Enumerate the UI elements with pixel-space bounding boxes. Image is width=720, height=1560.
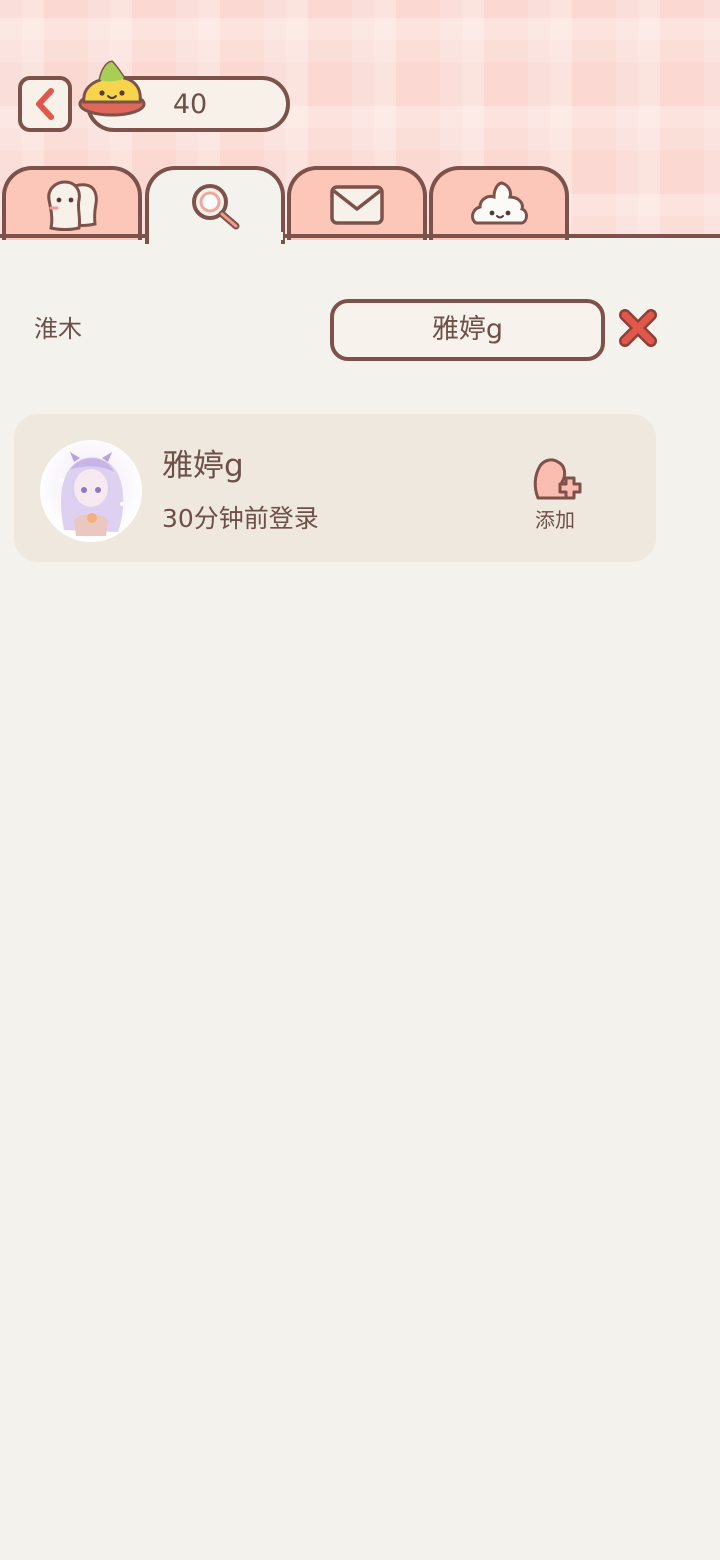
- friends-icon: [47, 180, 98, 231]
- tab-friends[interactable]: [2, 166, 142, 240]
- back-button[interactable]: [18, 76, 72, 132]
- result-user-name: 雅婷g: [162, 448, 244, 484]
- avatar[interactable]: [40, 440, 142, 542]
- tab-mail[interactable]: [287, 166, 427, 240]
- tab-bar-divider: [0, 234, 720, 238]
- active-tab-gap: [149, 232, 283, 240]
- current-user-name: 淮木: [34, 315, 82, 343]
- avatar-image: [40, 440, 142, 542]
- result-login-status: 30分钟前登录: [162, 504, 319, 533]
- tab-mascot[interactable]: [429, 166, 569, 240]
- add-friend-icon: [533, 458, 582, 500]
- search-icon: [192, 184, 240, 230]
- chevron-left-icon: [36, 88, 54, 120]
- add-friend-button[interactable]: 添加: [520, 452, 590, 536]
- search-input[interactable]: 雅婷g: [330, 299, 605, 361]
- mascot-icon: [471, 181, 528, 225]
- mail-icon: [330, 185, 384, 225]
- close-x-icon[interactable]: [616, 306, 660, 350]
- add-friend-label: 添加: [535, 508, 575, 532]
- green-mascot-coin-icon: [78, 60, 146, 117]
- coin-count: 40: [172, 89, 208, 120]
